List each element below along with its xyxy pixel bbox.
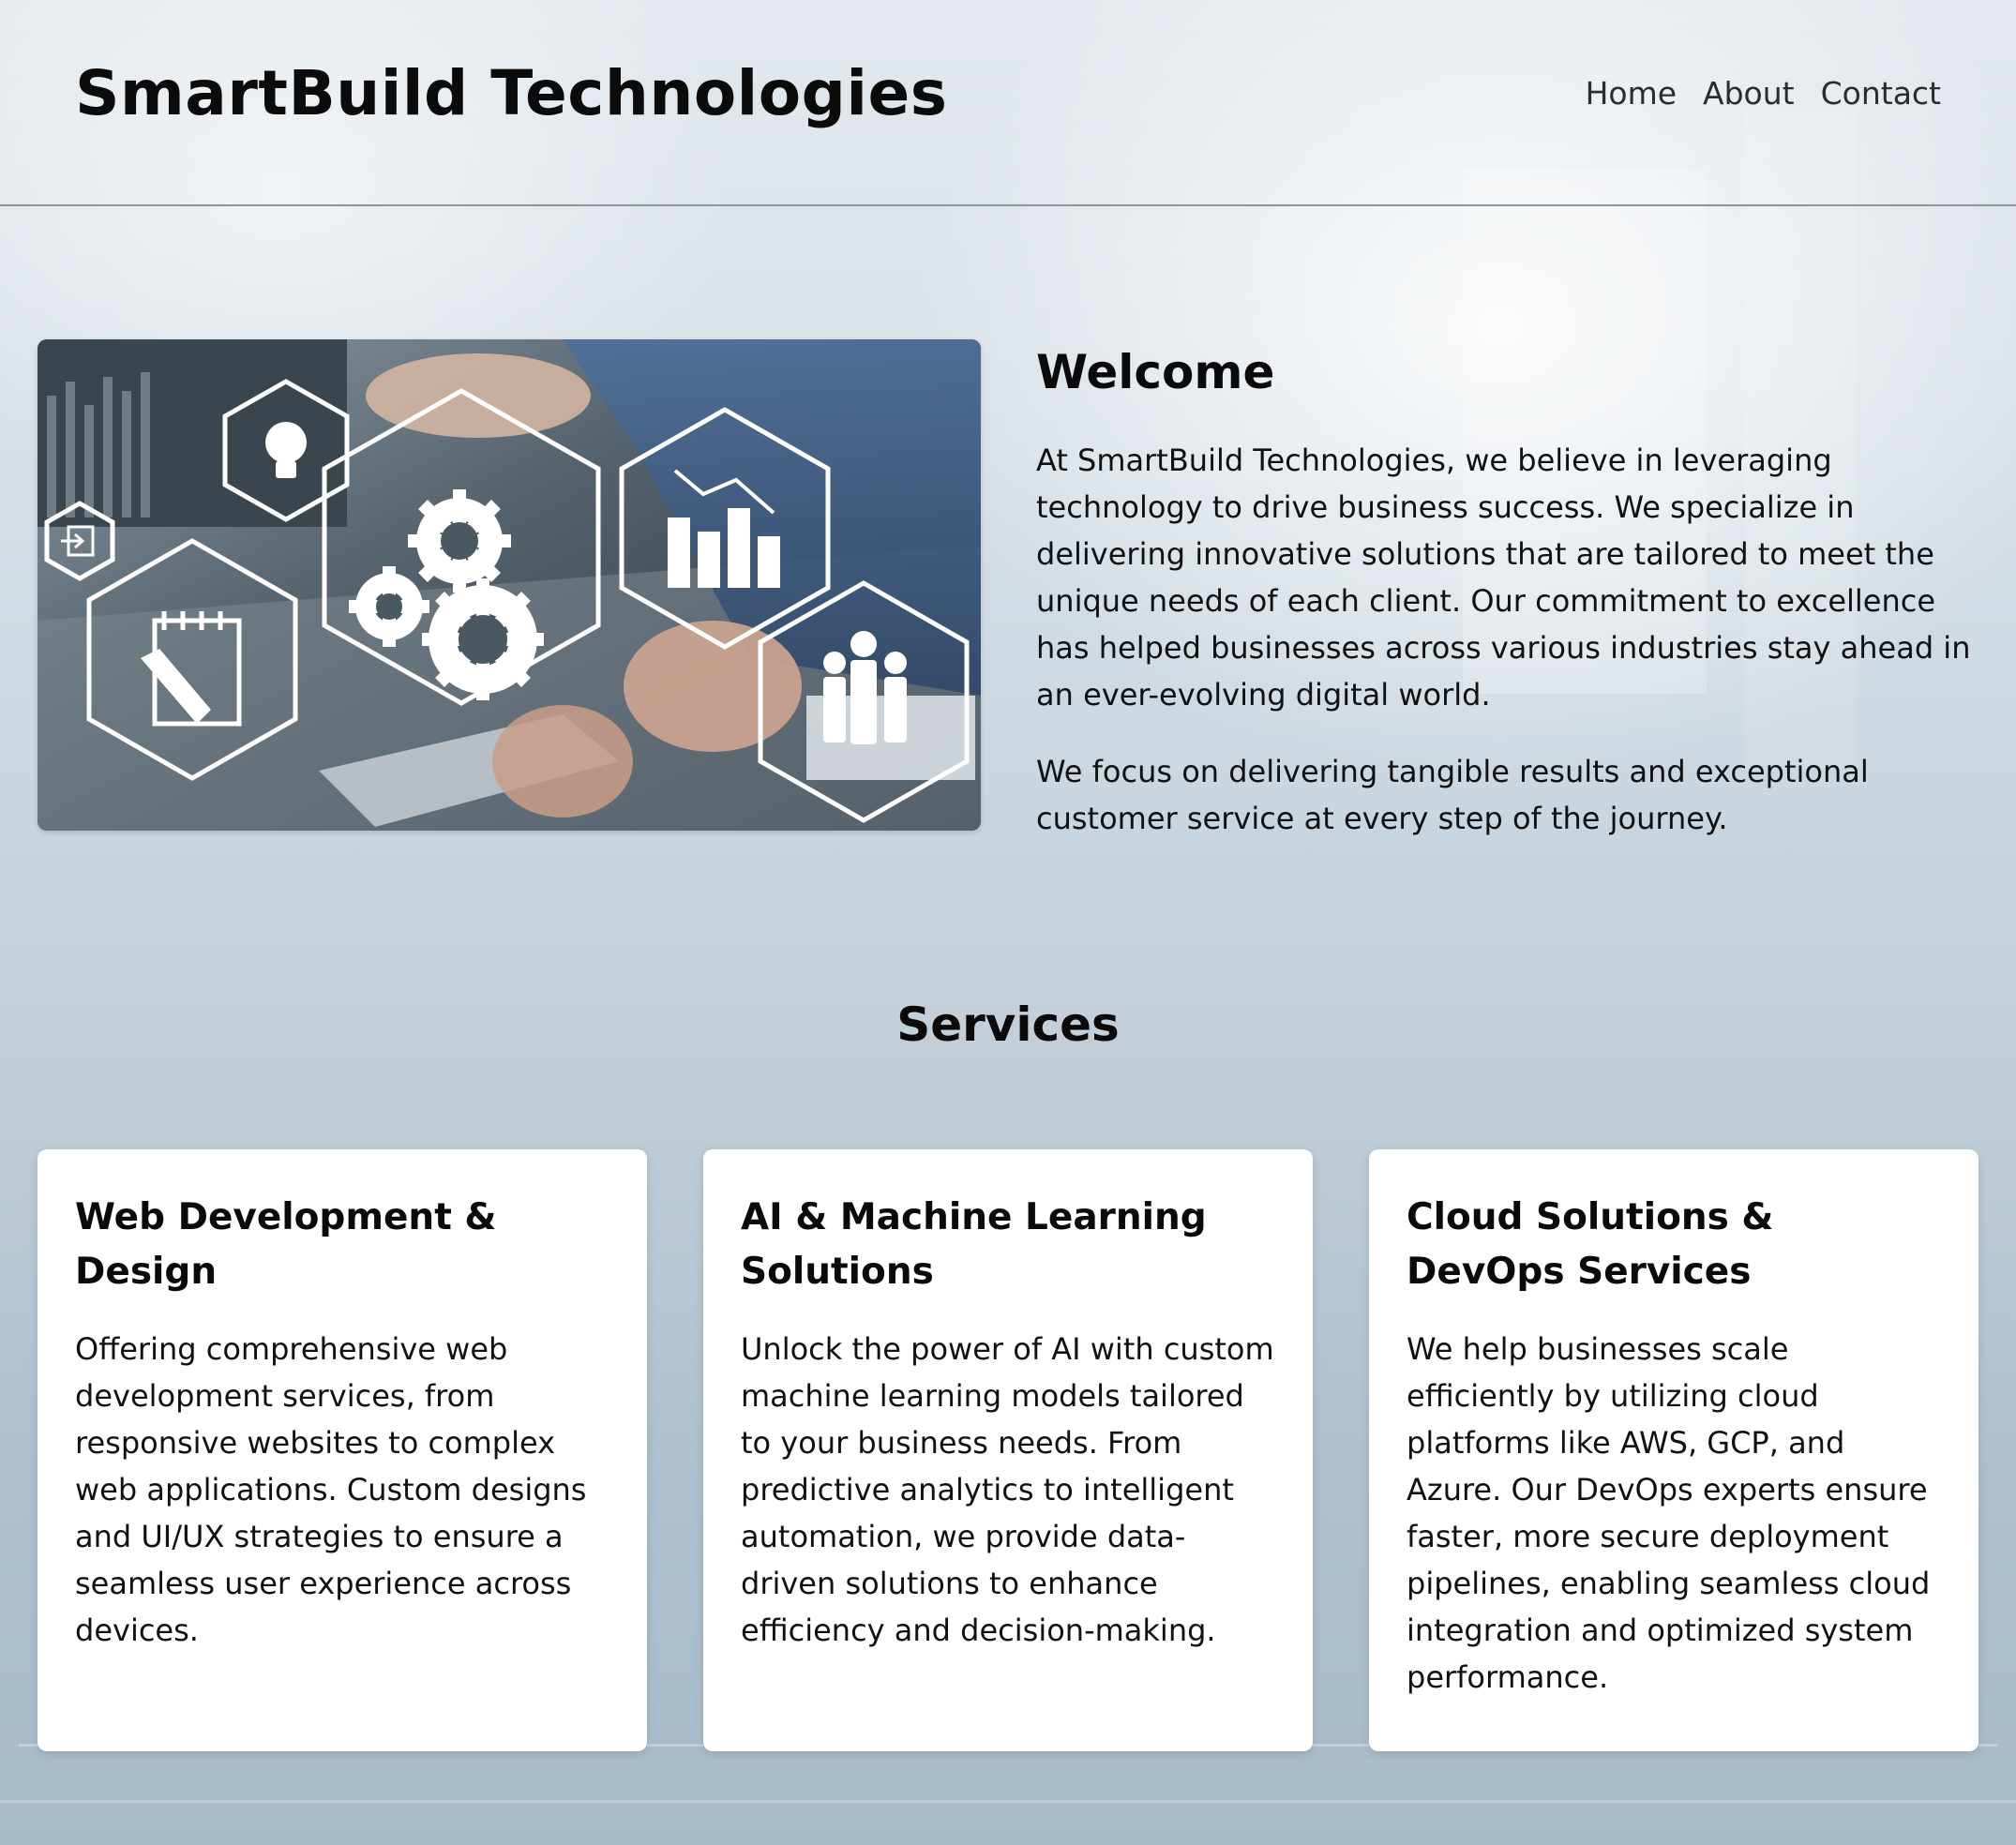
services-heading: Services — [896, 998, 1120, 1052]
hero-image — [38, 339, 981, 831]
service-card-cloud-devops: Cloud Solutions & DevOps Services We hel… — [1369, 1149, 1978, 1751]
nav-contact-link[interactable]: Contact — [1821, 73, 1941, 114]
service-card-title: Cloud Solutions & DevOps Services — [1407, 1196, 1774, 1293]
welcome-section: Welcome At SmartBuild Technologies, we b… — [1036, 339, 1983, 842]
site-header: SmartBuild Technologies Home About Conta… — [0, 0, 2016, 206]
service-card-title: AI & Machine Learning Solutions — [741, 1196, 1207, 1293]
nav-about-link[interactable]: About — [1703, 73, 1795, 114]
service-card-web-development: Web Development & Design Offering compre… — [38, 1149, 647, 1751]
welcome-paragraph-1: At SmartBuild Technologies, we believe i… — [1036, 442, 1971, 712]
service-card-title: Web Development & Design — [75, 1196, 497, 1293]
welcome-heading: Welcome — [1036, 345, 1275, 399]
service-card-description: Offering comprehensive web development s… — [75, 1331, 587, 1648]
welcome-paragraph-2: We focus on delivering tangible results … — [1036, 754, 1869, 836]
service-card-description: We help businesses scale efficiently by … — [1407, 1331, 1931, 1695]
nav-home-link[interactable]: Home — [1586, 73, 1677, 114]
service-card-ai-ml: AI & Machine Learning Solutions Unlock t… — [703, 1149, 1313, 1751]
service-card-description: Unlock the power of AI with custom machi… — [741, 1331, 1274, 1648]
services-cards: Web Development & Design Offering compre… — [38, 1149, 1978, 1751]
site-title: SmartBuild Technologies — [75, 57, 948, 129]
main-nav: Home About Contact — [1586, 73, 1941, 114]
